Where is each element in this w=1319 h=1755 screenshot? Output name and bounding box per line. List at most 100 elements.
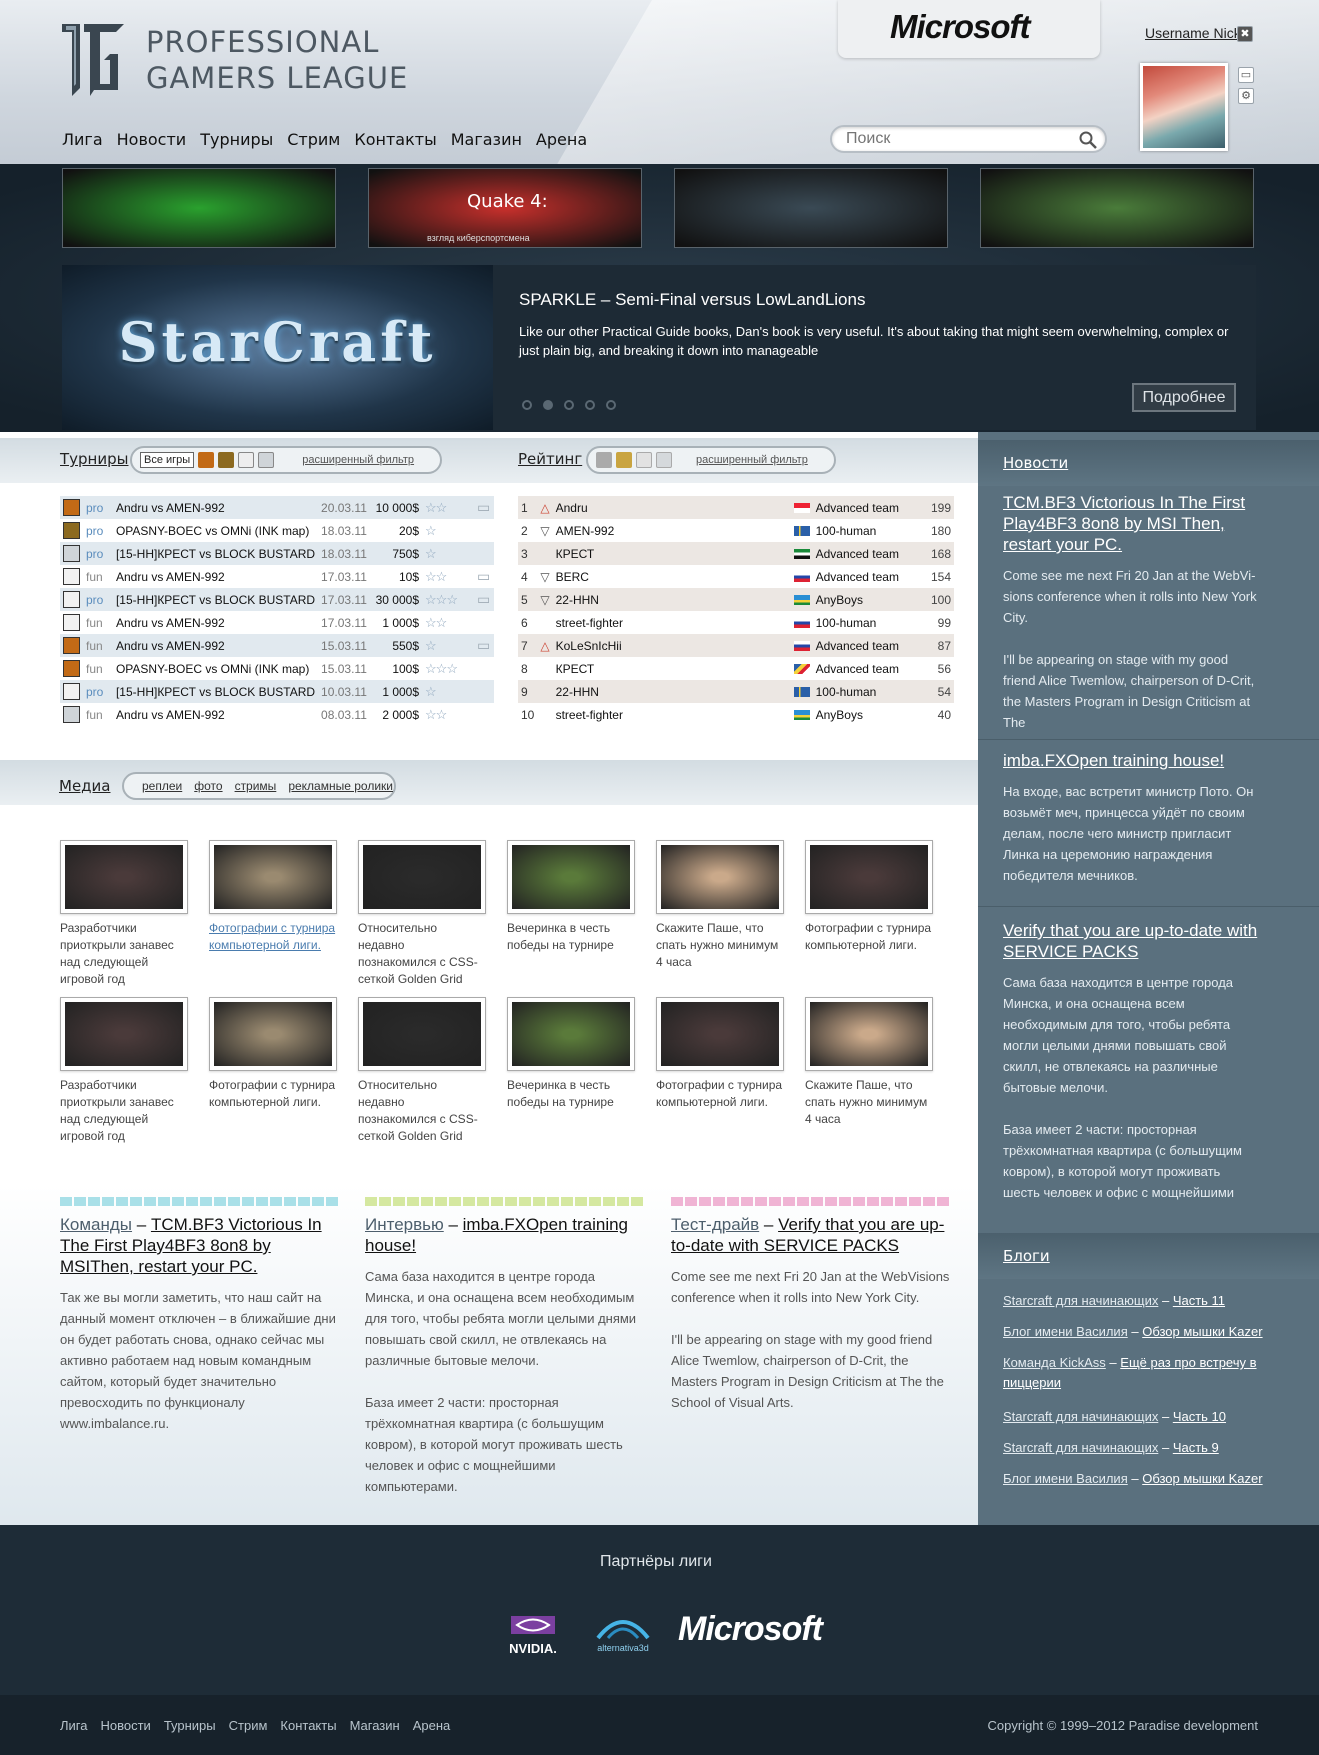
tournament-row[interactable]: fun Andru vs AMEN-992 17.03.11 10$ ☆☆ ▭ (60, 565, 494, 588)
media-caption[interactable]: Относительно недавно познакомился с CSS-… (358, 1077, 486, 1145)
blog-post-link[interactable]: Часть 9 (1173, 1440, 1219, 1455)
promo-thumb[interactable] (674, 168, 948, 248)
sidebar-news-title[interactable]: Новости (1003, 454, 1068, 472)
starcraft-icon[interactable] (258, 452, 275, 468)
media-caption[interactable]: Относительно недавно познакомился с CSS-… (358, 920, 486, 988)
media-item[interactable]: Фотографии с турнира компьютерной лиги. (209, 840, 337, 954)
media-thumbnail[interactable] (358, 840, 486, 914)
sidebar-news-title-link[interactable]: imba.FXOpen training house! (1003, 750, 1258, 771)
league-logo-icon[interactable] (60, 20, 126, 100)
rating-stars[interactable]: ☆☆ (422, 565, 474, 588)
tournament-row[interactable]: fun OPASNY-BOEC vs OMNi (INK map) 15.03.11… (60, 657, 494, 680)
team-name[interactable]: AnyBoys (813, 588, 913, 611)
media-item[interactable]: Разработчики приоткрыли занавес над след… (60, 840, 188, 988)
player-name[interactable]: 22-HHN (553, 588, 791, 611)
rating-row[interactable]: 10 street-fighter AnyBoys 40 (518, 703, 954, 726)
player-name[interactable]: 22-HHN (553, 680, 791, 703)
tournament-row[interactable]: fun Andru vs AMEN-992 17.03.11 1 000$ ☆☆ (60, 611, 494, 634)
player-name[interactable]: AMEN-992 (553, 519, 791, 542)
slider-dot[interactable] (585, 400, 595, 410)
player-name[interactable]: Andru (553, 496, 791, 519)
player-name[interactable]: street-fighter (553, 703, 791, 726)
footer-nav-item[interactable]: Турниры (164, 1718, 216, 1733)
media-caption[interactable]: Скажите Паше, что спать нужно минимум 4 … (656, 920, 784, 971)
blog-post-link[interactable]: Обзор мышки Kazer (1142, 1324, 1262, 1339)
nav-item[interactable]: Контакты (354, 130, 436, 149)
media-thumbnail[interactable] (507, 840, 635, 914)
blog-name-link[interactable]: Starcraft для начинающих (1003, 1409, 1158, 1424)
extended-filter-link[interactable]: расширенный фильтр (696, 454, 808, 466)
gear-icon[interactable]: ⚙ (1238, 88, 1254, 104)
nav-item[interactable]: Арена (536, 130, 587, 149)
tournament-row[interactable]: fun Andru vs AMEN-992 08.03.11 2 000$ ☆☆ (60, 703, 494, 726)
media-caption[interactable]: Разработчики приоткрыли занавес над след… (60, 920, 188, 988)
match-link[interactable]: Andru vs AMEN-992 (113, 611, 318, 634)
rating-row[interactable]: 5 ▽ 22-HHN AnyBoys 100 (518, 588, 954, 611)
slide-title[interactable]: SPARKLE – Semi-Final versus LowLandLions (519, 290, 865, 310)
match-link[interactable]: Andru vs AMEN-992 (113, 496, 318, 519)
rating-stars[interactable]: ☆☆☆ (422, 657, 474, 680)
media-caption[interactable]: Вечеринка в честь победы на турнире (507, 920, 635, 954)
match-link[interactable]: [15-HH]КРЕСТ vs BLOCK BUSTARD (113, 542, 318, 565)
rating-row[interactable]: 2 ▽ AMEN-992 100-human 180 (518, 519, 954, 542)
player-name[interactable]: street-fighter (553, 611, 791, 634)
alternativa-logo[interactable]: alternativa3d (588, 1612, 658, 1656)
rating-row[interactable]: 7 △ KoLeSnIcHii Advanced team 87 (518, 634, 954, 657)
media-thumbnail[interactable] (209, 840, 337, 914)
blog-name-link[interactable]: Starcraft для начинающих (1003, 1440, 1158, 1455)
slider-dot-active[interactable] (543, 400, 553, 410)
media-thumbnail[interactable] (60, 997, 188, 1071)
team-name[interactable]: Advanced team (813, 634, 913, 657)
media-item[interactable]: Фотографии с турнира компьютерной лиги. (209, 997, 337, 1111)
warcraft-icon[interactable] (616, 452, 632, 468)
promo-thumb[interactable] (980, 168, 1254, 248)
nvidia-logo[interactable]: NVIDIA. (505, 1612, 561, 1656)
match-link[interactable]: [15-HH]КРЕСТ vs BLOCK BUSTARD (113, 680, 318, 703)
match-link[interactable]: Andru vs AMEN-992 (113, 703, 318, 726)
nav-item[interactable]: Лига (62, 130, 103, 149)
rating-row[interactable]: 3 КРЕСТ Advanced team 168 (518, 542, 954, 565)
username-link[interactable]: Username Nick (1145, 25, 1241, 41)
slider-dot[interactable] (522, 400, 532, 410)
search-icon[interactable] (1079, 131, 1097, 149)
footer-nav-item[interactable]: Лига (60, 1718, 87, 1733)
media-item[interactable]: Вечеринка в честь победы на турнире (507, 840, 635, 954)
media-caption[interactable]: Фотографии с турнира компьютерной лиги. (209, 1077, 337, 1111)
tournament-row[interactable]: pro [15-HH]КРЕСТ vs BLOCK BUSTARD 10.03.11… (60, 680, 494, 703)
media-item[interactable]: Фотографии с турнира компьютерной лиги. (805, 840, 933, 954)
media-thumbnail[interactable] (209, 997, 337, 1071)
match-link[interactable]: Andru vs AMEN-992 (113, 634, 318, 657)
blog-name-link[interactable]: Блог имени Василия (1003, 1471, 1128, 1486)
comment-icon[interactable]: ▭ (477, 499, 490, 515)
media-caption[interactable]: Фотографии с турнира компьютерной лиги. (209, 920, 337, 954)
rating-row[interactable]: 4 ▽ BERC Advanced team 154 (518, 565, 954, 588)
nav-item[interactable]: Магазин (451, 130, 522, 149)
media-item[interactable]: Скажите Паше, что спать нужно минимум 4 … (805, 997, 933, 1128)
comment-icon[interactable]: ▭ (477, 637, 490, 653)
rating-row[interactable]: 8 КРЕСТ Advanced team 56 (518, 657, 954, 680)
rating-row[interactable]: 9 22-HHN 100-human 54 (518, 680, 954, 703)
rating-stars[interactable]: ☆☆ (422, 703, 474, 726)
halflife-icon[interactable] (198, 452, 215, 468)
media-item[interactable]: Разработчики приоткрыли занавес над след… (60, 997, 188, 1145)
team-name[interactable]: Advanced team (813, 542, 913, 565)
rating-stars[interactable]: ☆ (422, 519, 474, 542)
team-name[interactable]: Advanced team (813, 657, 913, 680)
media-caption[interactable]: Фотографии с турнира компьютерной лиги. (805, 920, 933, 954)
nav-item[interactable]: Стрим (287, 130, 340, 149)
media-item[interactable]: Относительно недавно познакомился с CSS-… (358, 840, 486, 988)
sidebar-news-title-link[interactable]: Verify that you are up-to-date with SERV… (1003, 920, 1258, 962)
player-name[interactable]: BERC (553, 565, 791, 588)
rating-row[interactable]: 1 △ Andru Advanced team 199 (518, 496, 954, 519)
comment-icon[interactable]: ▭ (477, 568, 490, 584)
promo-thumb[interactable]: Quake 4: взгляд киберспортсмена (368, 168, 642, 248)
blog-post-link[interactable]: Часть 11 (1173, 1293, 1225, 1308)
media-thumbnail[interactable] (60, 840, 188, 914)
slider-dot[interactable] (564, 400, 574, 410)
media-caption[interactable]: Скажите Паше, что спать нужно минимум 4 … (805, 1077, 933, 1128)
team-name[interactable]: Advanced team (813, 565, 913, 588)
media-tab-replays[interactable]: реплеи (142, 779, 182, 793)
player-name[interactable]: KoLeSnIcHii (553, 634, 791, 657)
media-caption[interactable]: Разработчики приоткрыли занавес над след… (60, 1077, 188, 1145)
rating-stars[interactable]: ☆☆☆ (422, 588, 474, 611)
